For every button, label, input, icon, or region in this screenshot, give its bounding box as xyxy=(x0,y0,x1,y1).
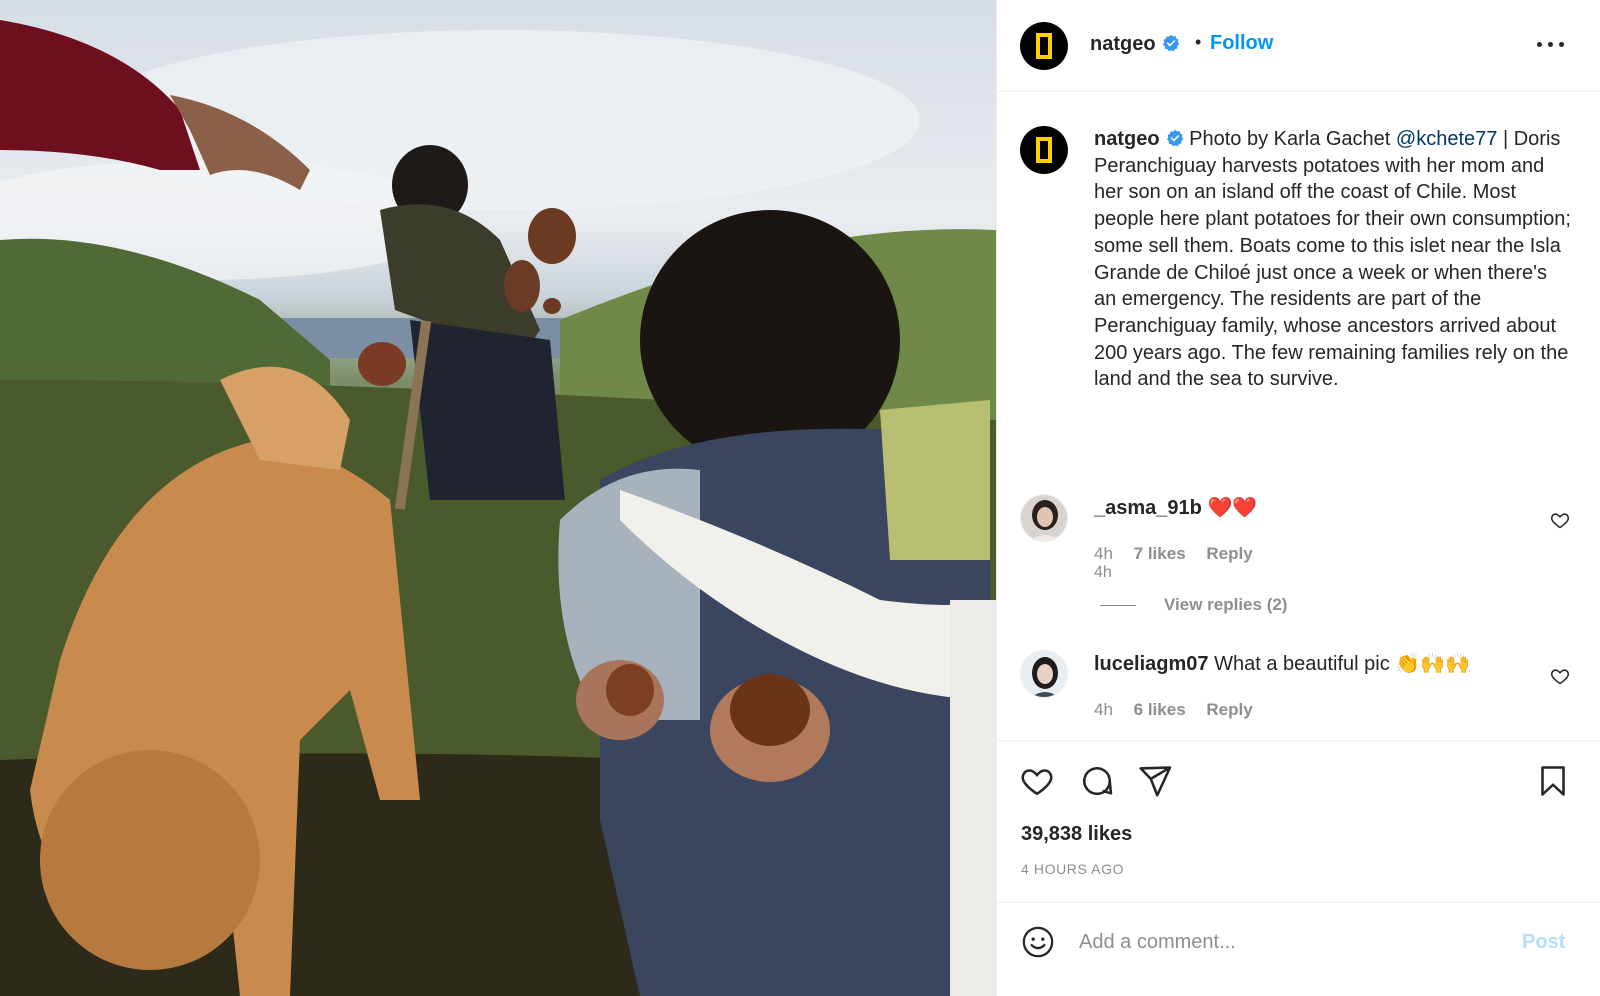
comment-meta: 4h 7 likes Reply xyxy=(1094,544,1269,564)
natgeo-avatar[interactable] xyxy=(1020,22,1068,70)
caption-text-prefix: Photo by Karla Gachet xyxy=(1189,128,1396,150)
avatar-image xyxy=(1021,651,1067,697)
instagram-post: natgeo • Follow natgeo Photo by Karla Ga… xyxy=(0,0,1600,996)
commenter-avatar[interactable] xyxy=(1020,650,1068,698)
comment-likes[interactable]: 6 likes xyxy=(1134,700,1186,719)
comment-username[interactable]: luceliagm07 xyxy=(1094,653,1209,675)
header-username[interactable]: natgeo xyxy=(1090,33,1156,55)
post-photo[interactable] xyxy=(0,0,996,996)
comment-text: ❤️❤️ xyxy=(1207,497,1258,519)
view-replies-line xyxy=(1100,605,1136,607)
comment-item: _asma_91b ❤️❤️ 4h 7 likes Reply xyxy=(997,494,1600,563)
caption-text: natgeo Photo by Karla Gachet @kchete77 |… xyxy=(1094,126,1572,393)
post-actions: 39,838 likes 4 HOURS AGO xyxy=(997,740,1600,902)
post-header: natgeo • Follow xyxy=(997,0,1600,92)
caption-timestamp[interactable]: 4h xyxy=(1094,564,1112,582)
follow-button[interactable]: Follow xyxy=(1210,32,1273,55)
header-separator: • xyxy=(1195,32,1202,52)
emoji-smiley-icon[interactable] xyxy=(1021,925,1055,959)
post-details-panel: natgeo • Follow natgeo Photo by Karla Ga… xyxy=(996,0,1600,996)
comment-like-heart-icon[interactable] xyxy=(1550,666,1570,686)
view-replies-label: View replies (2) xyxy=(1164,595,1288,614)
photo-illustration xyxy=(0,20,996,996)
header-username-wrap: natgeo xyxy=(1090,33,1180,56)
comment-time[interactable]: 4h xyxy=(1094,544,1113,563)
caption-username[interactable]: natgeo xyxy=(1094,128,1160,150)
comment-username[interactable]: _asma_91b xyxy=(1094,497,1202,519)
caption-body: | Doris Peranchiguay harvests potatoes w… xyxy=(1094,128,1571,391)
comment-item: luceliagm07 What a beautiful pic 👏🙌🙌 4h … xyxy=(997,650,1600,719)
post-time-ago[interactable]: 4 HOURS AGO xyxy=(1021,861,1124,877)
comment-line: _asma_91b ❤️❤️ xyxy=(1094,495,1257,520)
verified-badge-icon xyxy=(1162,34,1179,52)
comment-line: luceliagm07 What a beautiful pic 👏🙌🙌 xyxy=(1094,651,1470,676)
post-comment-button[interactable]: Post xyxy=(1522,931,1565,954)
avatar-image xyxy=(1021,495,1067,541)
comment-time[interactable]: 4h xyxy=(1094,700,1113,719)
comment-likes[interactable]: 7 likes xyxy=(1134,544,1186,563)
comment-reply-button[interactable]: Reply xyxy=(1206,544,1252,563)
more-options-icon[interactable] xyxy=(1535,30,1567,58)
comment-reply-button[interactable]: Reply xyxy=(1206,700,1252,719)
verified-badge-icon xyxy=(1166,129,1183,147)
comment-text: What a beautiful pic 👏🙌🙌 xyxy=(1214,653,1470,675)
like-heart-icon[interactable] xyxy=(1019,763,1055,799)
commenter-avatar[interactable] xyxy=(1020,494,1068,542)
comment-meta: 4h 6 likes Reply xyxy=(1094,700,1269,720)
caption-avatar[interactable] xyxy=(1020,126,1068,174)
comment-input[interactable] xyxy=(1079,925,1499,959)
caption-mention-link[interactable]: @kchete77 xyxy=(1396,128,1497,150)
comment-bubble-icon[interactable] xyxy=(1079,763,1115,799)
save-bookmark-icon[interactable] xyxy=(1535,763,1571,799)
comment-like-heart-icon[interactable] xyxy=(1550,510,1570,530)
view-replies-button[interactable]: View replies (2) xyxy=(1100,595,1287,615)
add-comment-bar: Post xyxy=(997,902,1600,996)
share-send-icon[interactable] xyxy=(1137,763,1173,799)
likes-count[interactable]: 39,838 likes xyxy=(1021,823,1132,846)
